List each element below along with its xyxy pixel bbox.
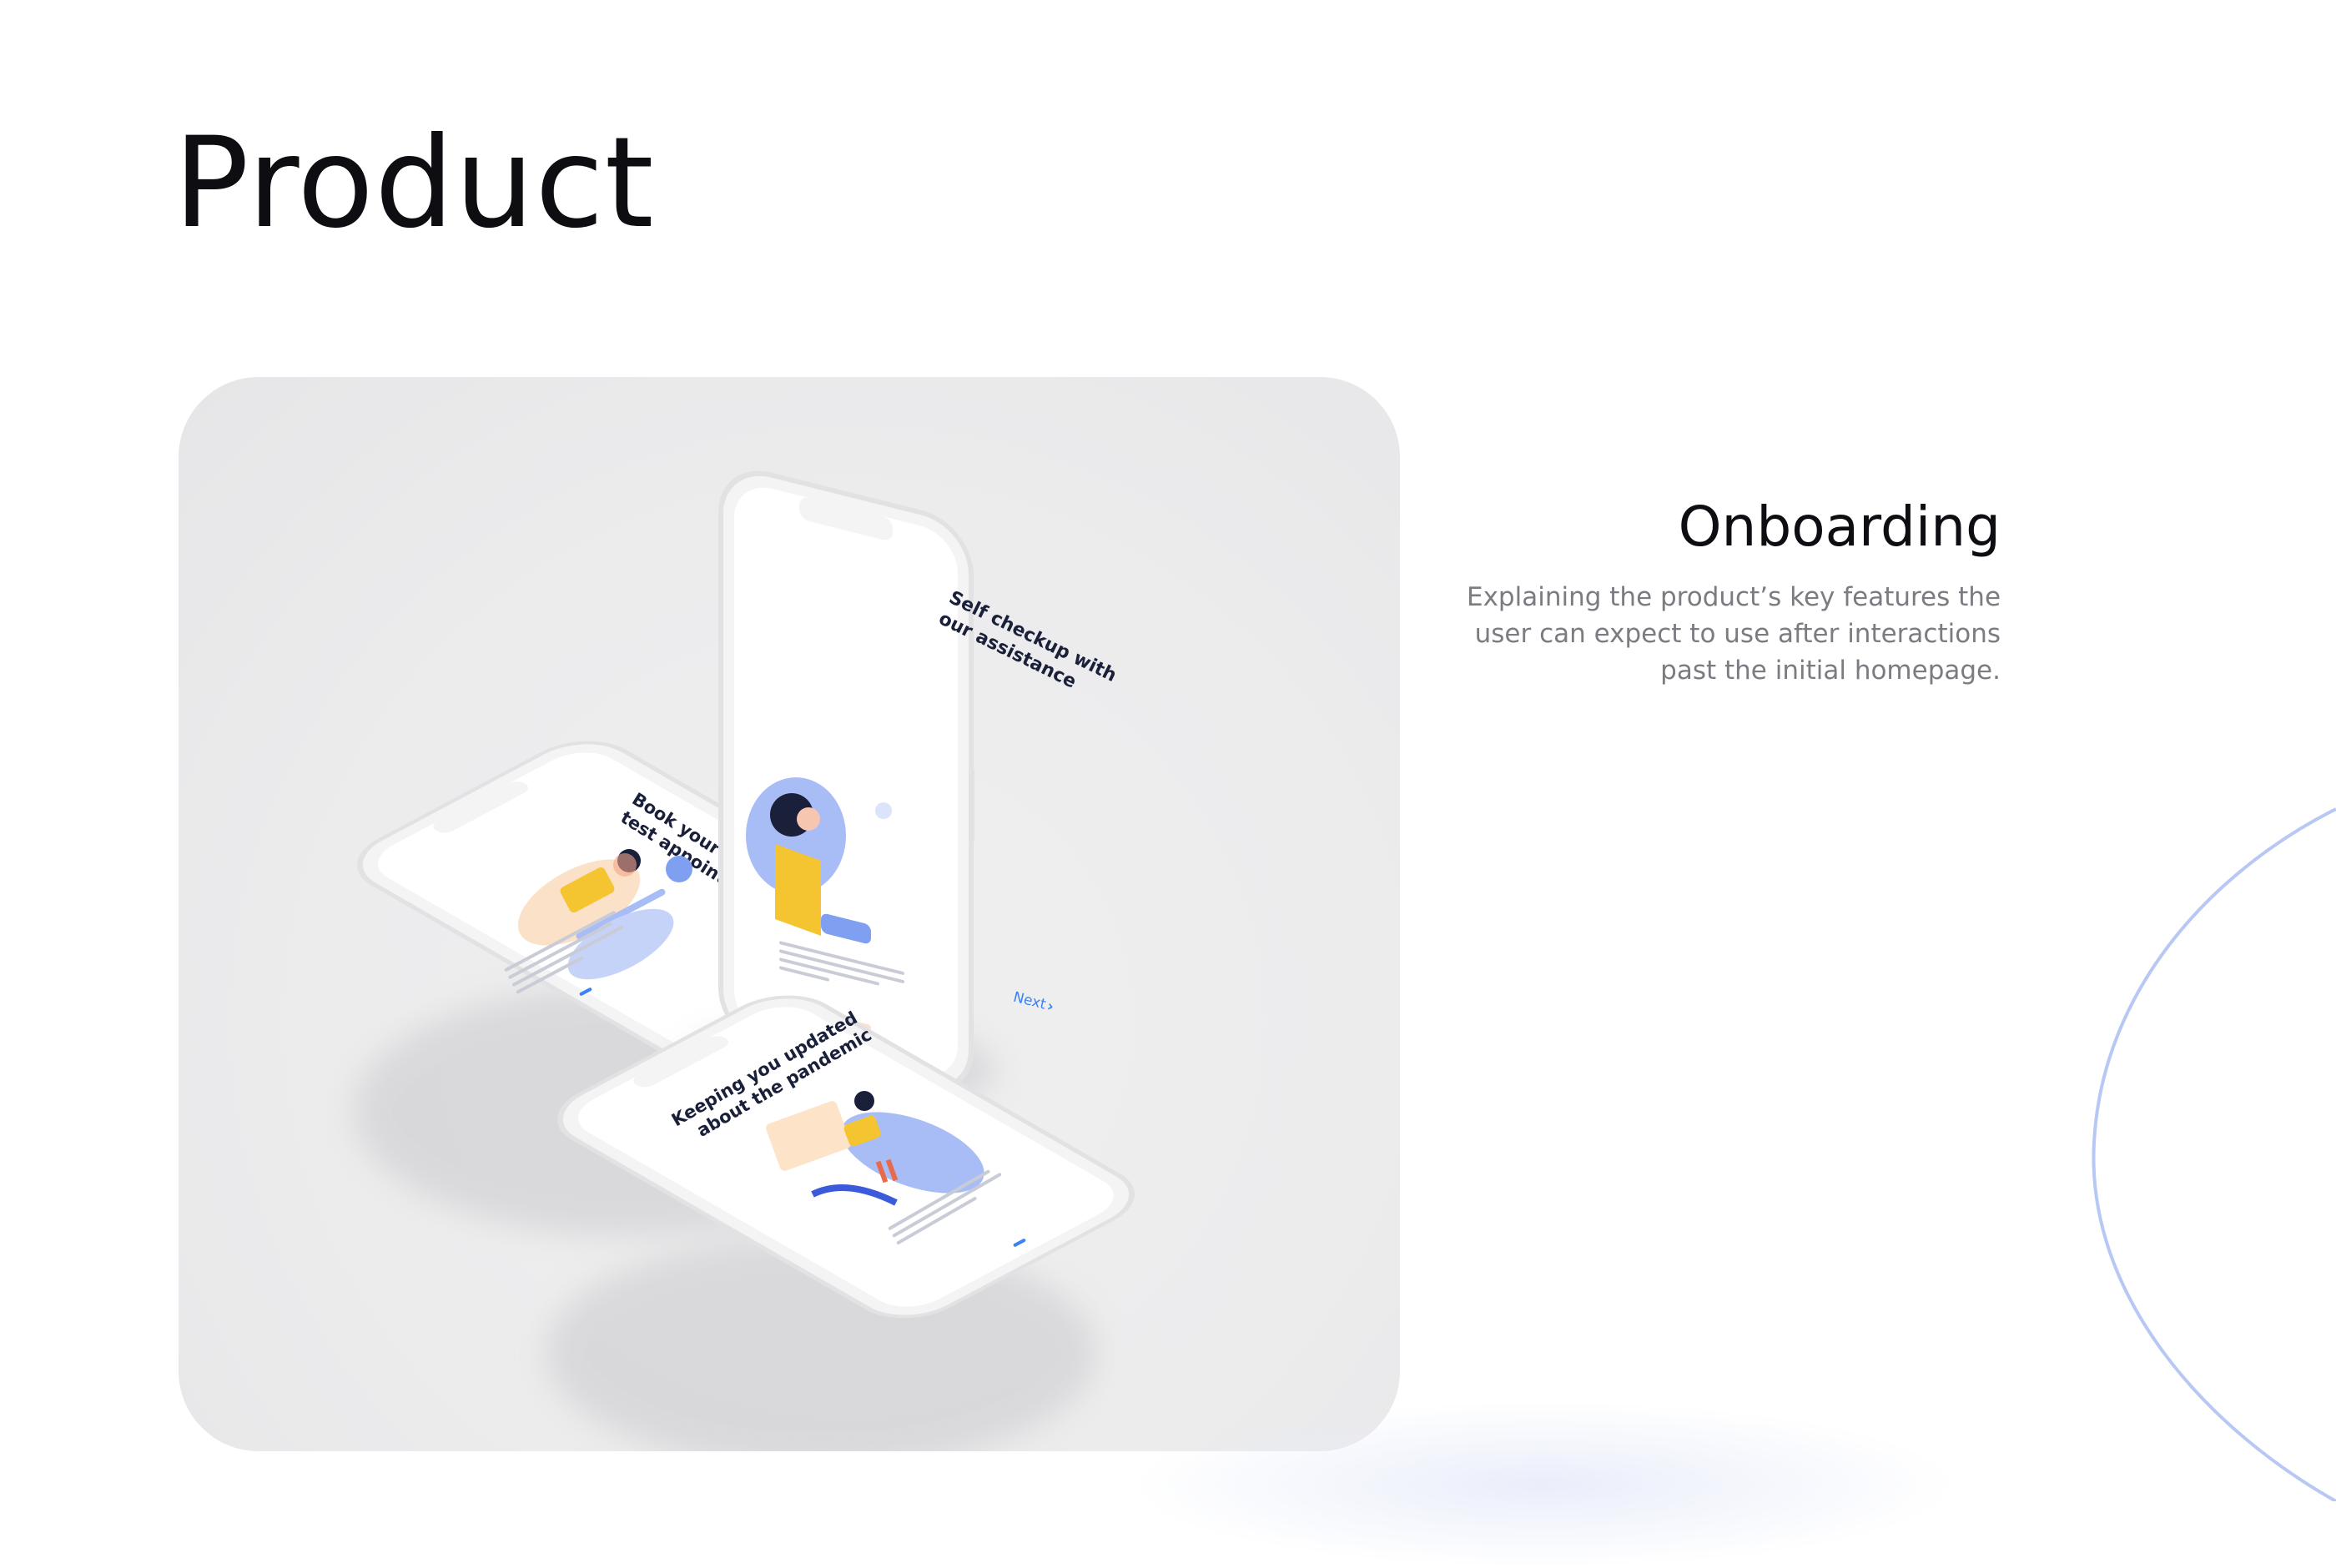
background-glow [1126,1401,1961,1568]
phone-mockup-showcase: Book your covid test appointment Self ch… [179,377,1400,1451]
decorative-curve [2092,807,2336,1501]
page-title: Product [174,111,655,256]
chevron-right-icon: › [1045,998,1055,1016]
section-description: Explaining the product’s key features th… [1467,582,2001,686]
section-title: Onboarding [1678,495,2001,559]
phone2-next-button[interactable]: Next [1011,989,1048,1013]
